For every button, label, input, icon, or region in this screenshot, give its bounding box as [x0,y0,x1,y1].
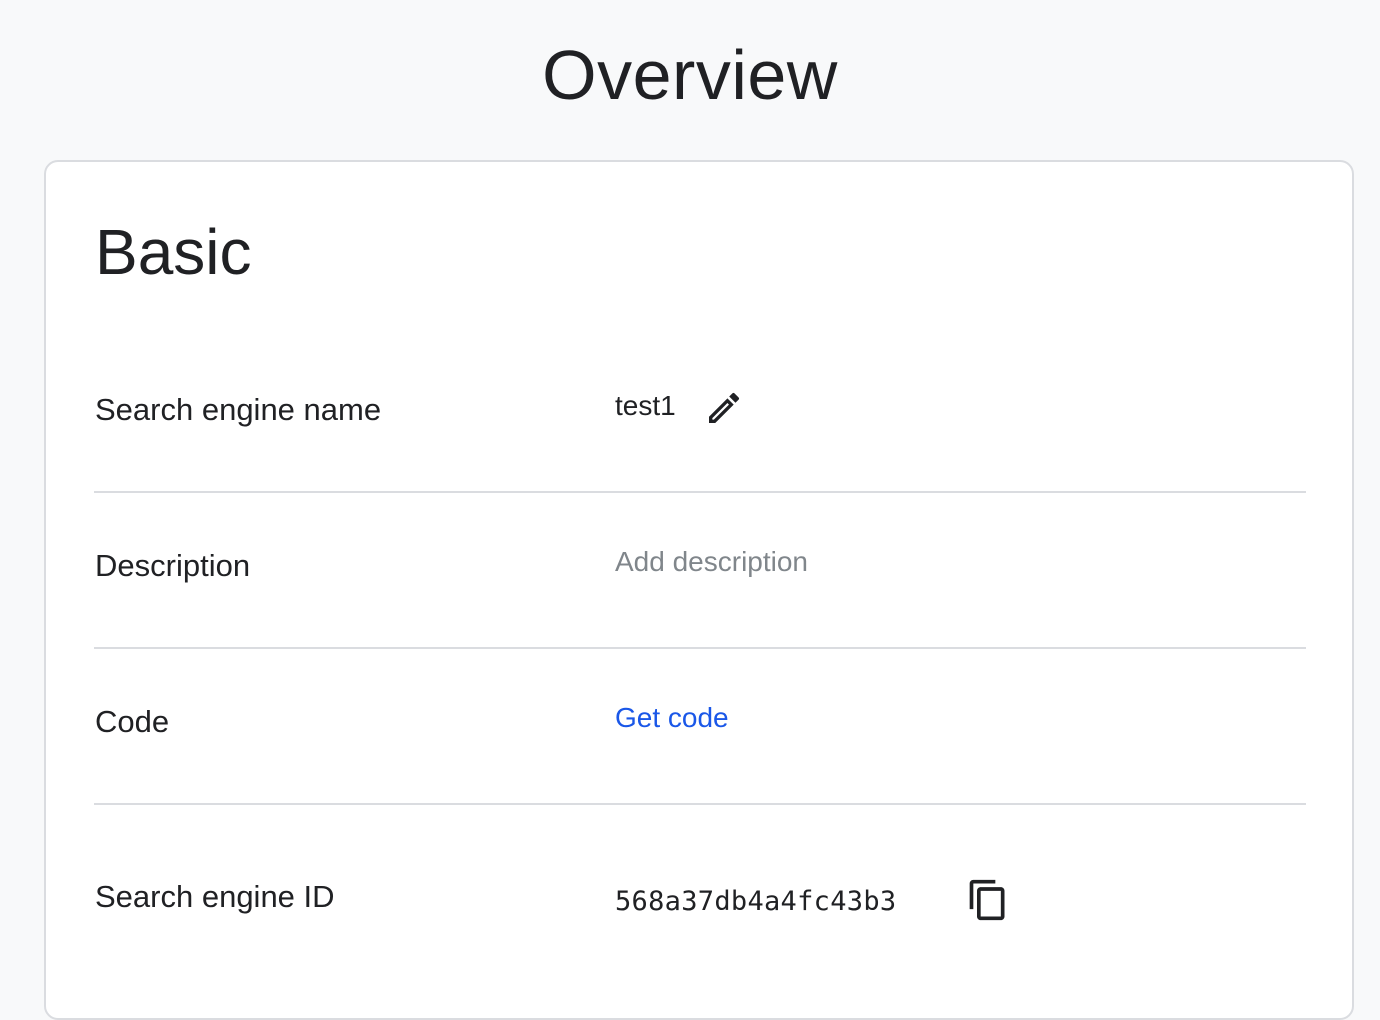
row-search-engine-name: Search engine name test1 [94,338,1306,493]
copy-icon[interactable] [966,878,1010,922]
page-title: Overview [542,36,838,114]
search-engine-id-label: Search engine ID [95,879,335,914]
description-label: Description [95,548,251,583]
get-code-link[interactable]: Get code [615,702,729,734]
search-engine-name-label: Search engine name [95,392,382,427]
pencil-edit-icon[interactable] [702,386,746,430]
search-engine-id-value: 568a37db4a4fc43b3 [615,886,897,917]
row-code: Code Get code [94,650,1306,805]
search-engine-name-value[interactable]: test1 [615,390,676,422]
section-title-basic: Basic [95,216,252,288]
row-search-engine-id: Search engine ID 568a37db4a4fc43b3 [94,806,1306,961]
add-description-field[interactable]: Add description [615,546,808,578]
code-label: Code [95,704,170,739]
row-description: Description Add description [94,494,1306,649]
basic-card: Basic Search engine name test1 Descripti… [44,160,1354,1020]
